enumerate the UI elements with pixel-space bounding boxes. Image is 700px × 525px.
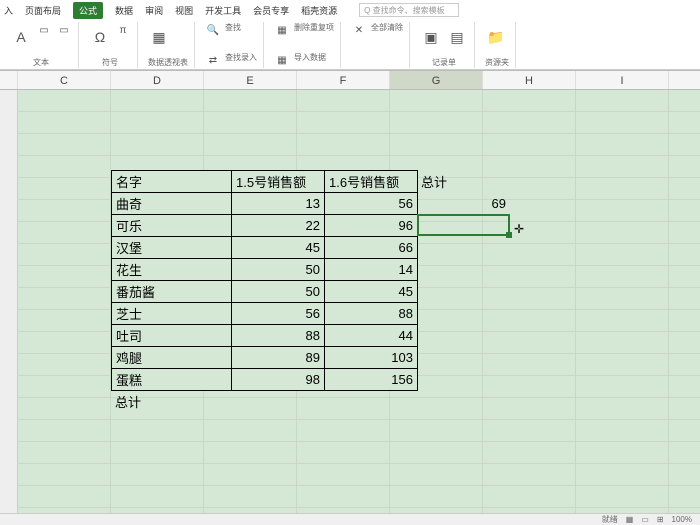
tab-resource[interactable]: 稻壳资源 xyxy=(301,4,337,17)
header-col2[interactable]: 1.6号销售额 xyxy=(325,171,418,193)
ribbon-tools: A ▭ ▭ 文本 Ω π 符号 ▦ 数据透视表 🔍 查找 ⇄ xyxy=(0,20,700,70)
table-row[interactable]: 鸡腿 xyxy=(112,347,232,369)
total-value[interactable]: 69 xyxy=(417,192,510,214)
form-label: 记录单 xyxy=(420,57,468,68)
cell[interactable]: 45 xyxy=(325,281,418,303)
fill-cursor-icon: ✛ xyxy=(514,222,524,236)
header-col1[interactable]: 1.5号销售额 xyxy=(232,171,325,193)
row-headers[interactable] xyxy=(0,90,18,513)
col-header-g[interactable]: G xyxy=(390,71,483,89)
clear-label: 全部清除 xyxy=(371,22,403,38)
find-label: 查找 xyxy=(225,22,241,38)
replace-icon[interactable]: ⇄ xyxy=(205,52,221,68)
tab-review[interactable]: 审阅 xyxy=(145,4,163,17)
resource-label: 资源夹 xyxy=(485,57,509,68)
cell[interactable]: 45 xyxy=(232,237,325,259)
table-row[interactable]: 花生 xyxy=(112,259,232,281)
table-row[interactable]: 蛋糕 xyxy=(112,369,232,391)
header-footer-icon[interactable]: ▭ xyxy=(36,22,52,38)
col-header-i[interactable]: I xyxy=(576,71,669,89)
ribbon: 入 页面布局 公式 数据 审阅 视图 开发工具 会员专享 稻壳资源 Q 查找命令… xyxy=(0,0,700,70)
table-row[interactable]: 曲奇 xyxy=(112,193,232,215)
cell[interactable]: 66 xyxy=(325,237,418,259)
table-row[interactable]: 可乐 xyxy=(112,215,232,237)
record-icon[interactable]: ▤ xyxy=(446,22,468,52)
column-headers: C D E F G H I xyxy=(0,70,700,90)
tab-dev[interactable]: 开发工具 xyxy=(205,4,241,17)
cell[interactable]: 89 xyxy=(232,347,325,369)
tab-view[interactable]: 视图 xyxy=(175,4,193,17)
tab-bar: 入 页面布局 公式 数据 审阅 视图 开发工具 会员专享 稻壳资源 Q 查找命令… xyxy=(0,0,700,20)
chart-icon[interactable]: ▣ xyxy=(420,22,442,52)
cell[interactable]: 156 xyxy=(325,369,418,391)
tab-insert[interactable]: 入 xyxy=(4,4,13,17)
col-header-c[interactable]: C xyxy=(18,71,111,89)
status-bar: 就绪 ▦ ▭ ⊞ 100% xyxy=(0,513,700,525)
find-icon[interactable]: 🔍 xyxy=(205,22,221,38)
cell[interactable]: 13 xyxy=(232,193,325,215)
cell[interactable]: 56 xyxy=(325,193,418,215)
data-table: 名字 1.5号销售额 1.6号销售额 曲奇1356 可乐2296 汉堡4566 … xyxy=(111,170,418,391)
cell[interactable]: 22 xyxy=(232,215,325,237)
view-break-icon[interactable]: ⊞ xyxy=(657,515,664,524)
equation-icon[interactable]: π xyxy=(115,22,131,38)
zoom-level[interactable]: 100% xyxy=(672,515,692,524)
cell[interactable]: 98 xyxy=(232,369,325,391)
search-input[interactable]: Q 查找命令、搜索模板 xyxy=(359,3,459,17)
del-dup-label: 删除重复项 xyxy=(294,22,334,38)
tab-data[interactable]: 数据 xyxy=(115,4,133,17)
cell[interactable]: 96 xyxy=(325,215,418,237)
resource-icon[interactable]: 📁 xyxy=(485,22,507,52)
table-row[interactable]: 芝士 xyxy=(112,303,232,325)
group-text-label: 文本 xyxy=(10,57,72,68)
group-symbol-label: 符号 xyxy=(89,57,131,68)
select-all-corner[interactable] xyxy=(0,71,18,89)
consol-label: 导入数据 xyxy=(294,52,326,68)
view-page-icon[interactable]: ▭ xyxy=(641,515,649,524)
clear-icon[interactable]: ✕ xyxy=(351,22,367,38)
col-header-d[interactable]: D xyxy=(111,71,204,89)
spreadsheet-grid[interactable]: 名字 1.5号销售额 1.6号销售额 曲奇1356 可乐2296 汉堡4566 … xyxy=(0,90,700,513)
group-pivot-label: 数据透视表 xyxy=(148,57,188,68)
footer-total-label[interactable]: 总计 xyxy=(111,390,231,412)
table-row[interactable]: 汉堡 xyxy=(112,237,232,259)
table-row[interactable]: 番茄酱 xyxy=(112,281,232,303)
tab-member[interactable]: 会员专享 xyxy=(253,4,289,17)
symbol-icon[interactable]: Ω xyxy=(89,22,111,52)
cell[interactable]: 50 xyxy=(232,281,325,303)
col-header-e[interactable]: E xyxy=(204,71,297,89)
cell[interactable]: 103 xyxy=(325,347,418,369)
pivot-icon[interactable]: ▦ xyxy=(148,22,170,52)
table-row[interactable]: 吐司 xyxy=(112,325,232,347)
cell[interactable]: 50 xyxy=(232,259,325,281)
col-header-h[interactable]: H xyxy=(483,71,576,89)
tab-formula[interactable]: 公式 xyxy=(73,2,103,19)
del-dup-icon[interactable]: ▦ xyxy=(274,22,290,38)
header-name[interactable]: 名字 xyxy=(112,171,232,193)
cell[interactable]: 88 xyxy=(325,303,418,325)
wordart-icon[interactable]: ▭ xyxy=(56,22,72,38)
cell[interactable]: 44 xyxy=(325,325,418,347)
fill-handle[interactable] xyxy=(506,232,512,238)
total-header[interactable]: 总计 xyxy=(417,170,510,192)
cell[interactable]: 88 xyxy=(232,325,325,347)
status-ready: 就绪 xyxy=(602,514,618,525)
text-icon[interactable]: A xyxy=(10,22,32,52)
cell[interactable]: 14 xyxy=(325,259,418,281)
replace-label: 查找录入 xyxy=(225,52,257,68)
view-normal-icon[interactable]: ▦ xyxy=(626,515,634,524)
active-cell-selection[interactable] xyxy=(417,214,510,236)
consol-icon[interactable]: ▦ xyxy=(274,52,290,68)
tab-layout[interactable]: 页面布局 xyxy=(25,4,61,17)
col-header-f[interactable]: F xyxy=(297,71,390,89)
cell[interactable]: 56 xyxy=(232,303,325,325)
